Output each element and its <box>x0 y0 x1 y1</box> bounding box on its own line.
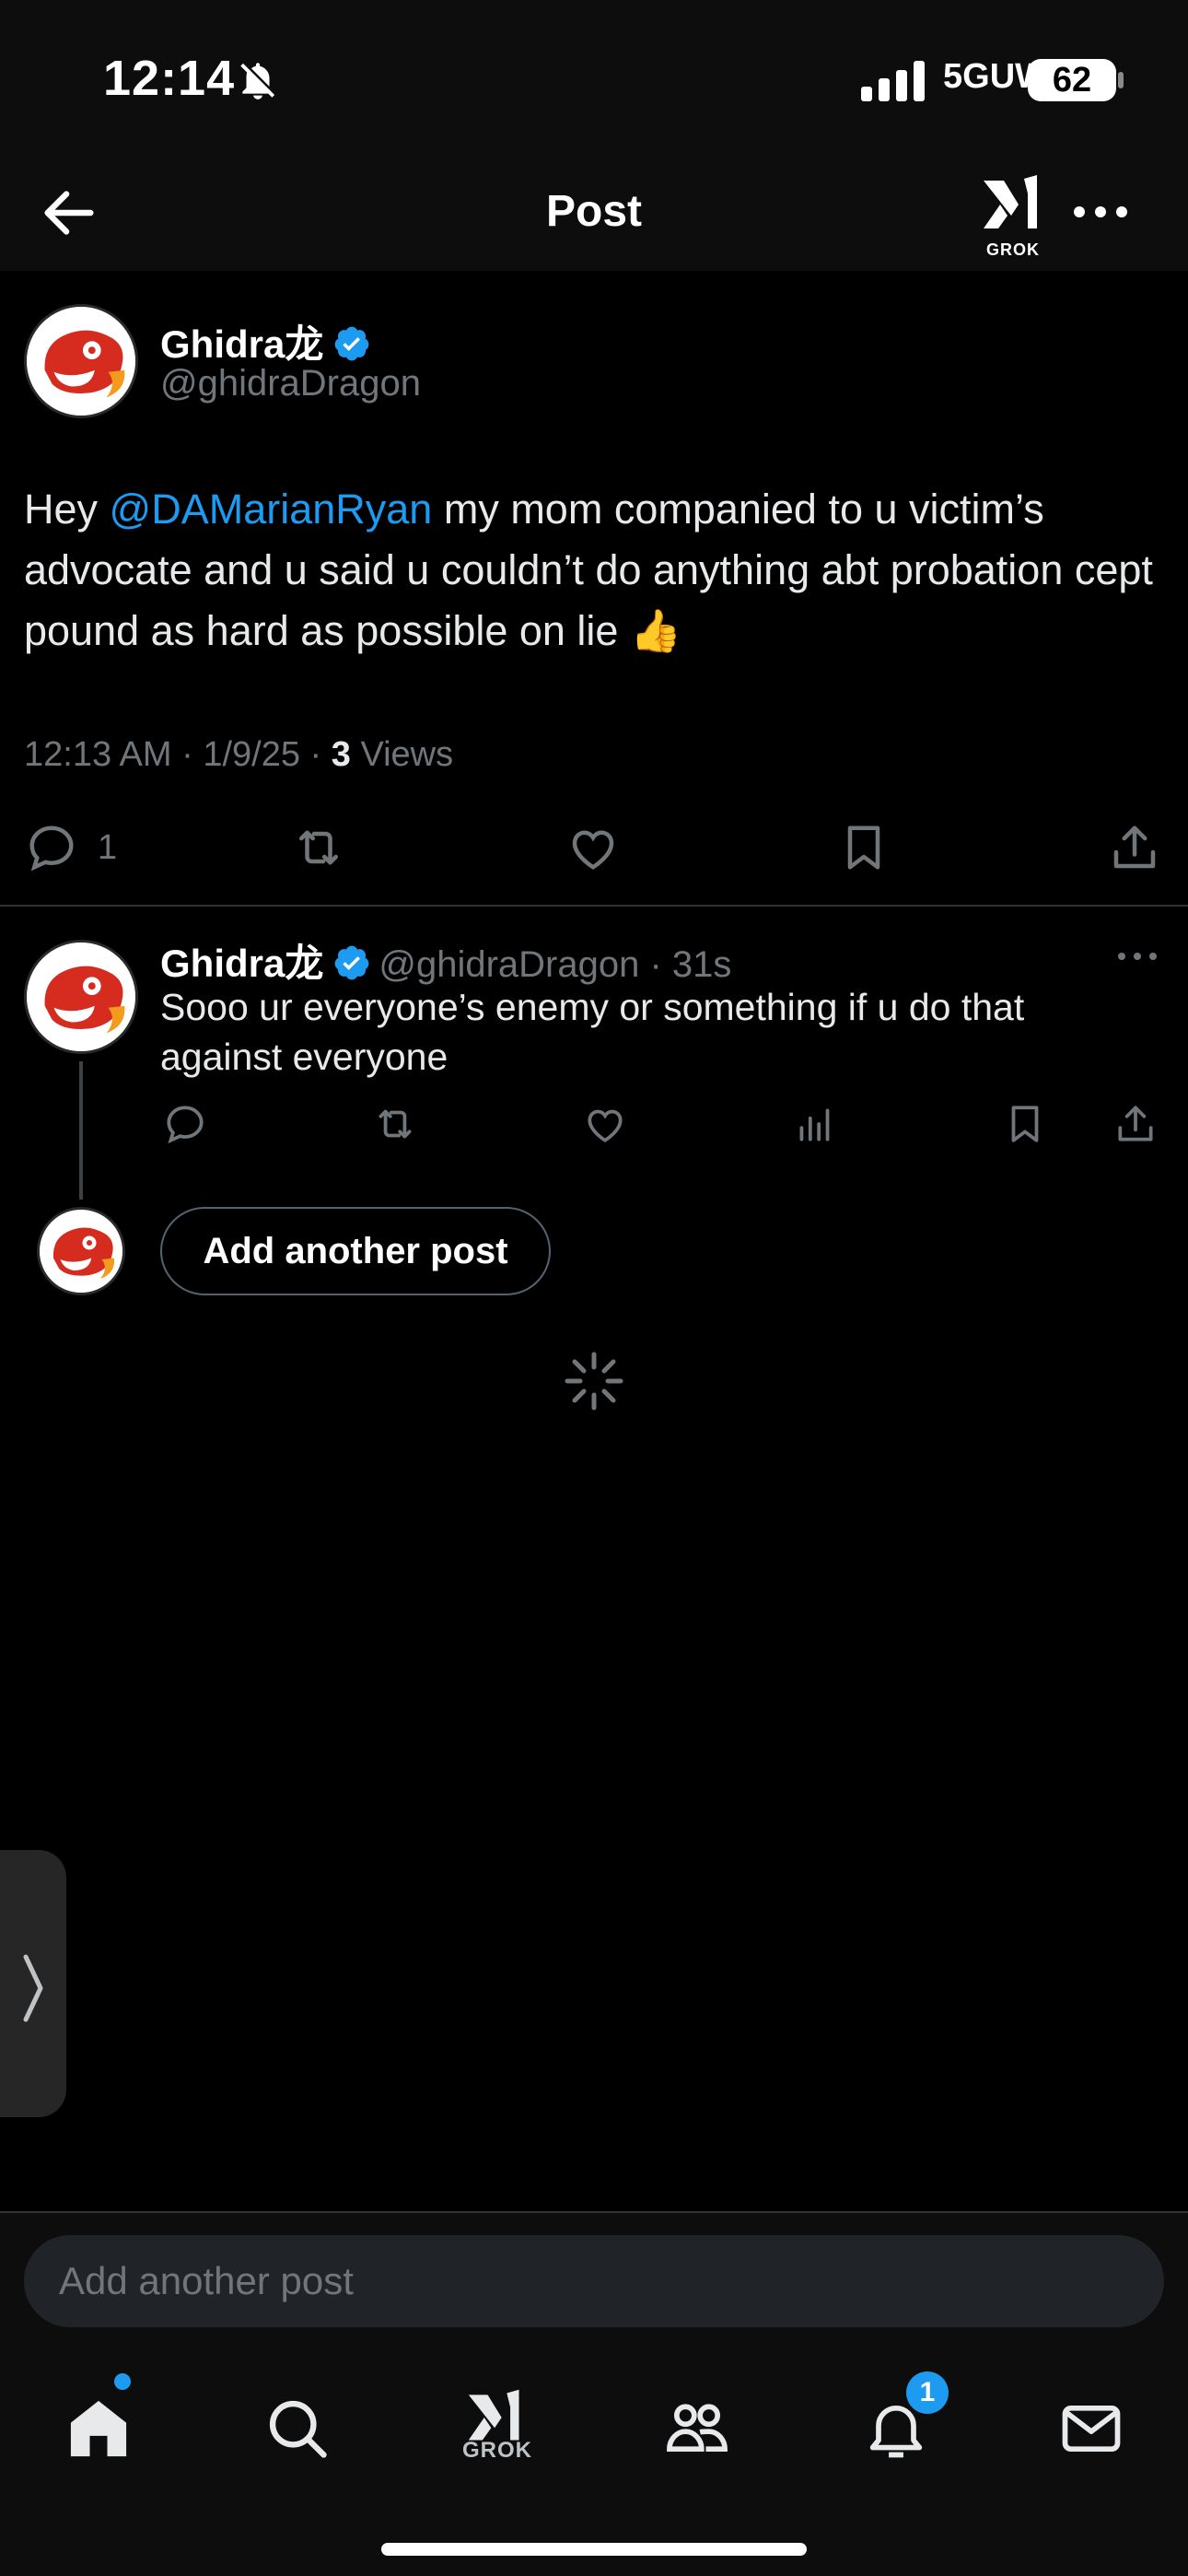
reply-repost-button[interactable] <box>372 1096 418 1152</box>
tab-communities[interactable] <box>646 2373 748 2493</box>
tab-messages[interactable] <box>1041 2373 1142 2493</box>
repost-icon <box>379 1109 412 1139</box>
top-nav-header: Post GROK <box>0 157 1188 271</box>
views-label: Views <box>350 735 454 774</box>
home-icon <box>70 2400 127 2457</box>
battery-level: 62 <box>1028 59 1116 101</box>
heart-icon <box>588 1109 623 1142</box>
grok-icon <box>984 175 1037 228</box>
tab-search[interactable] <box>247 2373 348 2493</box>
notification-badge: 1 <box>906 2371 949 2414</box>
post-metadata: 12:13 AM · 1/9/25 · 3 Views <box>24 735 453 775</box>
compose-avatar <box>37 1207 125 1295</box>
divider <box>0 905 1188 907</box>
search-icon <box>269 2400 327 2458</box>
share-button[interactable] <box>1107 811 1162 884</box>
reply-header: Ghidra龙 @ghidraDragon · 31s <box>160 932 731 989</box>
reply-author-name[interactable]: Ghidra龙 <box>160 942 323 985</box>
author-name[interactable]: Ghidra龙 <box>160 313 371 369</box>
status-bar: 12:14 5GUW 62 <box>0 0 1188 157</box>
reply-bookmark-button[interactable] <box>1002 1096 1048 1152</box>
author-avatar[interactable] <box>24 304 138 418</box>
author-handle[interactable]: @ghidraDragon <box>160 363 421 404</box>
dragon-avatar-image <box>40 1210 122 1293</box>
more-options-icon[interactable] <box>1068 184 1133 240</box>
dragon-avatar-image <box>27 943 135 1051</box>
grok-button[interactable]: GROK <box>976 171 1050 260</box>
bookmark-icon <box>1011 1106 1039 1142</box>
compose-bar <box>0 2211 1188 2355</box>
verified-badge-icon <box>334 326 369 361</box>
tab-grok[interactable] <box>446 2373 547 2493</box>
grok-label: GROK <box>986 240 1040 259</box>
reply-author-avatar[interactable] <box>24 940 138 1054</box>
dragon-avatar-image <box>27 307 135 416</box>
repost-button[interactable] <box>291 811 346 884</box>
bell-slash-icon <box>240 63 275 100</box>
like-button[interactable] <box>565 811 621 884</box>
reply-icon <box>167 1106 204 1144</box>
share-icon <box>1118 1106 1153 1142</box>
share-icon <box>1113 825 1156 869</box>
post-action-bar: 1 <box>0 811 1188 884</box>
reply-button[interactable]: 1 <box>24 811 117 884</box>
bookmark-icon <box>847 825 880 870</box>
grok-tab-label: GROK <box>462 2438 532 2463</box>
mail-icon <box>1062 2405 1121 2453</box>
views-count[interactable]: 3 <box>332 735 351 774</box>
heart-icon <box>572 830 614 870</box>
home-unread-dot <box>114 2373 131 2390</box>
post-text: Hey @DAMarianRyan my mom companied to u … <box>24 479 1166 662</box>
chevron-right-icon <box>23 1954 43 2022</box>
reply-like-button[interactable] <box>582 1096 628 1152</box>
analytics-icon <box>799 1108 830 1142</box>
post-text-prefix: Hey <box>24 486 110 533</box>
communities-icon <box>667 2404 728 2453</box>
bookmark-button[interactable] <box>836 811 891 884</box>
battery-tip <box>1118 72 1124 88</box>
reply-handle-time: @ghidraDragon · 31s <box>379 944 732 985</box>
tab-home[interactable] <box>48 2373 149 2493</box>
reply-share-button[interactable] <box>1112 1096 1159 1152</box>
status-time: 12:14 <box>103 51 236 106</box>
reply-analytics-button[interactable] <box>792 1096 838 1152</box>
reply-reply-button[interactable] <box>162 1096 208 1152</box>
add-another-post-button[interactable]: Add another post <box>160 1207 551 1295</box>
side-panel-handle[interactable] <box>0 1850 66 2117</box>
reply-text: Sooo ur everyone’s enemy or something if… <box>160 986 1025 1078</box>
verified-badge-icon <box>334 945 369 980</box>
reply-icon <box>29 825 74 872</box>
reply-more-icon[interactable] <box>1114 938 1160 975</box>
reply-count: 1 <box>98 827 118 867</box>
reply-action-bar <box>0 1096 1188 1152</box>
author-name-text: Ghidra龙 <box>160 322 324 366</box>
mention-link[interactable]: @DAMarianRyan <box>110 486 433 533</box>
home-indicator[interactable] <box>381 2543 807 2556</box>
repost-icon <box>299 830 338 865</box>
loading-spinner-icon <box>565 1352 623 1411</box>
cellular-signal-icon <box>861 61 925 101</box>
compose-input[interactable] <box>24 2235 1164 2327</box>
post-timestamp: 12:13 AM · 1/9/25 · <box>24 735 332 774</box>
